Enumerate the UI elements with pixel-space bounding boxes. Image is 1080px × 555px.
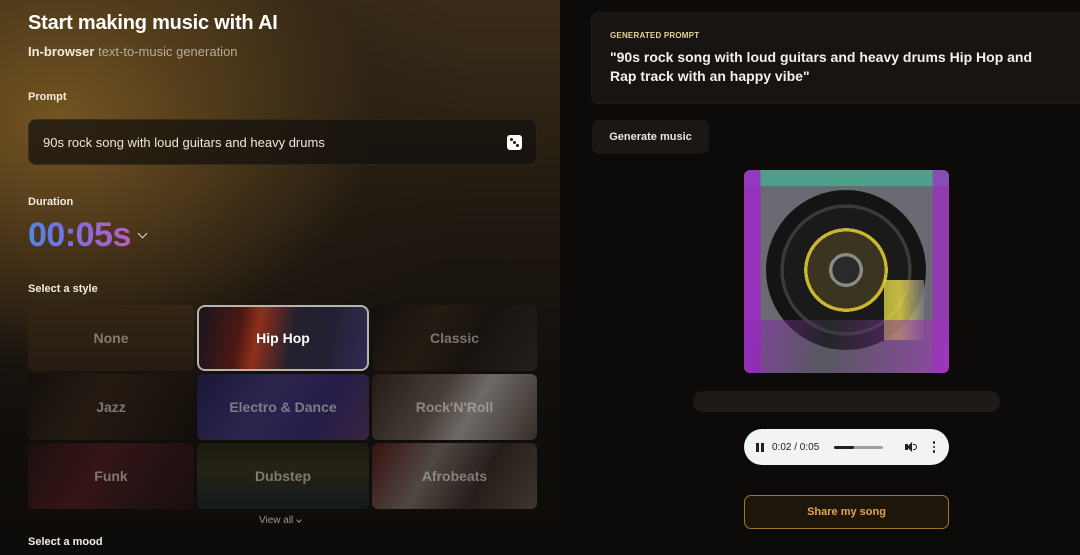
subtitle-rest: text-to-music generation	[94, 44, 238, 59]
style-tile-label: Afrobeats	[421, 468, 488, 484]
page-title: Start making music with AI	[28, 12, 278, 34]
chevron-down-icon[interactable]	[137, 228, 148, 239]
generate-music-button[interactable]: Generate music	[592, 120, 709, 154]
generation-progress-bar	[693, 391, 1000, 412]
album-cover-image	[744, 170, 949, 373]
style-tile-rock-n-roll[interactable]: Rock'N'Roll	[372, 374, 537, 440]
prompt-label: Prompt	[28, 91, 67, 103]
share-song-button[interactable]: Share my song	[744, 495, 949, 529]
prompt-input[interactable]	[43, 134, 507, 150]
style-tile-label: Classic	[429, 330, 480, 346]
style-tile-label: Rock'N'Roll	[415, 399, 494, 415]
style-tile-label: Electro & Dance	[229, 399, 337, 415]
style-tile-none[interactable]: None	[28, 305, 194, 371]
audio-time: 0:02 / 0:05	[772, 441, 820, 453]
style-tile-label: Dubstep	[255, 468, 311, 484]
style-tile-dubstep[interactable]: Dubstep	[197, 443, 369, 509]
page-subtitle: In-browser text-to-music generation	[28, 44, 238, 59]
duration-selector[interactable]: 00:05s	[28, 216, 148, 255]
style-tile-classic[interactable]: Classic	[372, 305, 537, 371]
style-tile-label: Hip Hop	[256, 330, 310, 346]
style-tile-funk[interactable]: Funk	[28, 443, 194, 509]
generated-prompt-text: "90s rock song with loud guitars and hea…	[610, 49, 1033, 84]
generated-prompt-card: GENERATED PROMPT "90s rock song with lou…	[591, 12, 1080, 104]
style-tile-hip-hop[interactable]: Hip Hop	[197, 305, 369, 371]
style-tile-electro-dance[interactable]: Electro & Dance	[197, 374, 369, 440]
dice-icon[interactable]	[507, 134, 522, 150]
seek-slider-fill	[834, 445, 854, 449]
style-tile-afrobeats[interactable]: Afrobeats	[372, 443, 537, 509]
pause-icon[interactable]	[756, 442, 764, 452]
style-tile-label: Jazz	[96, 399, 126, 415]
subtitle-bold: In-browser	[28, 44, 95, 59]
mood-label: Select a mood	[28, 536, 103, 548]
view-all-label: View all	[259, 515, 294, 526]
view-all-link[interactable]: View all	[259, 515, 303, 526]
volume-icon[interactable]	[904, 441, 917, 453]
duration-value[interactable]: 00:05s	[28, 216, 131, 255]
prompt-field	[28, 119, 537, 165]
style-tile-label: Funk	[94, 468, 128, 484]
style-tile-jazz[interactable]: Jazz	[28, 374, 194, 440]
style-grid: None Hip Hop Classic Jazz Electro & Danc…	[28, 305, 537, 509]
duration-label: Duration	[28, 196, 74, 208]
style-label: Select a style	[28, 283, 98, 295]
more-options-icon[interactable]	[932, 441, 935, 453]
chevron-down-icon	[296, 516, 303, 523]
style-tile-label: None	[93, 330, 129, 346]
seek-slider[interactable]	[834, 445, 883, 449]
audio-player: 0:02 / 0:05	[744, 429, 949, 465]
generated-prompt-label: GENERATED PROMPT	[610, 31, 700, 40]
